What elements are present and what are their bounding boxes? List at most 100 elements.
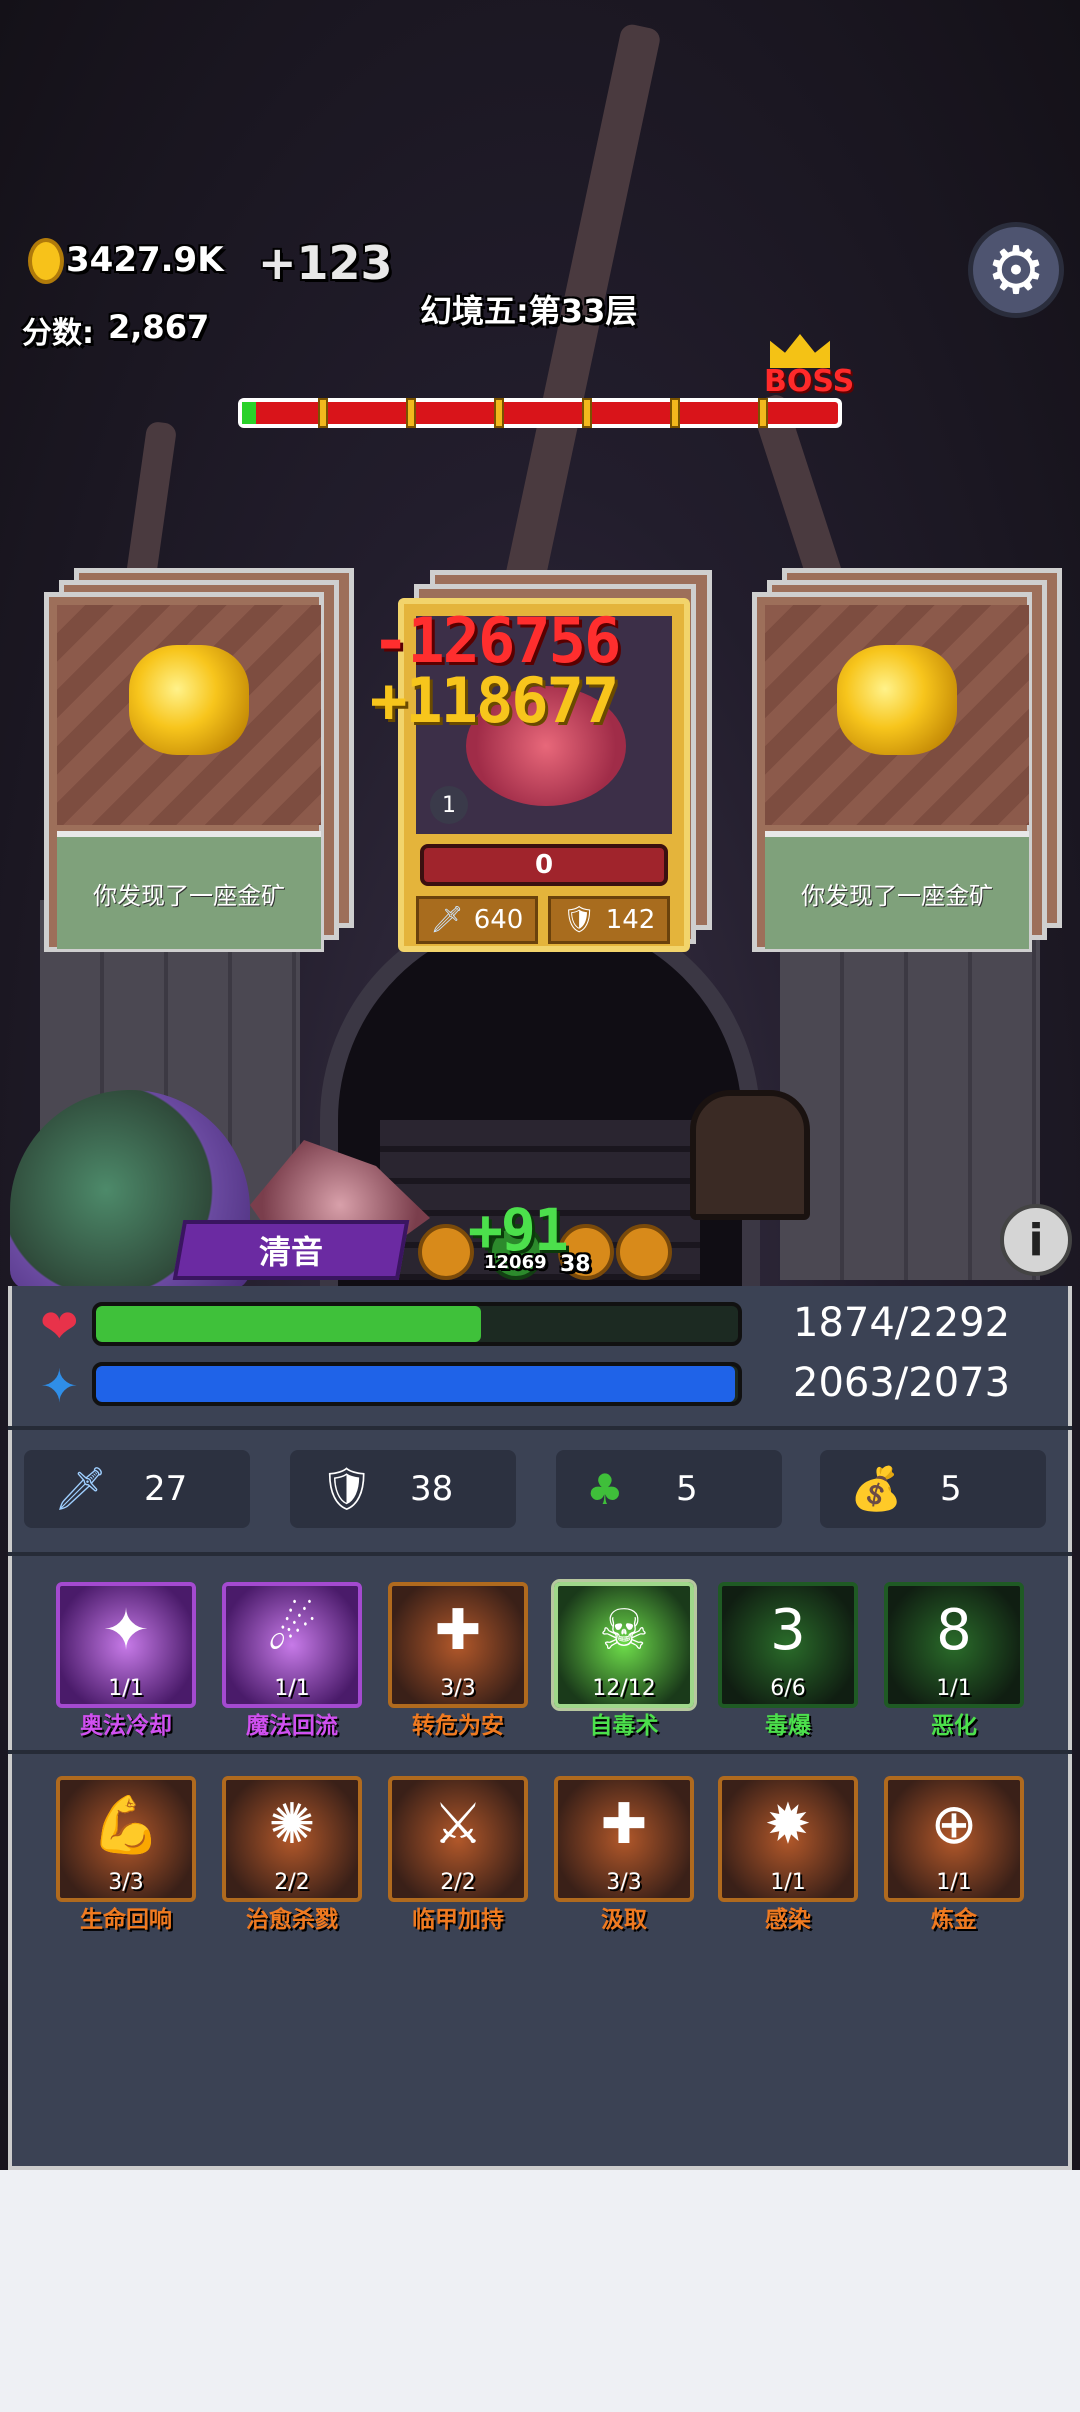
skill-name: 恶化 [931,1713,977,1739]
skill-tile[interactable]: ✦ 1/1 [56,1582,196,1708]
skill-count: 3/3 [108,1870,144,1895]
sword-icon: 🗡 [54,1464,108,1513]
progress-done [242,402,256,424]
stage-title: 幻境五:第33层 [420,292,638,330]
skill-name: 炼金 [931,1907,977,1933]
skill-tile[interactable]: 3 6/6 [718,1582,858,1708]
enemy-defense: 🛡 142 [548,896,670,944]
stat-attack-value: 27 [144,1469,188,1509]
event-card-left[interactable]: 你发现了一座金矿 [44,568,354,952]
skill-slot[interactable]: ✚ 3/3 汲取 [554,1776,694,1933]
mp-bar-fill [96,1366,735,1402]
skill-count: 1/1 [936,1676,972,1701]
buff-value: 12069 [484,1252,547,1273]
stat-luck-value: 5 [676,1469,698,1509]
skill-tile[interactable]: ✚ 3/3 [388,1582,528,1708]
skill-count: 1/1 [274,1676,310,1701]
event-card-right[interactable]: 你发现了一座金矿 [752,568,1062,952]
progress-tick [406,398,416,428]
gold-ore-icon [837,645,957,755]
skill-tile[interactable]: ☄ 1/1 [222,1582,362,1708]
skill-name: 转危为安 [412,1713,504,1739]
skill-slot[interactable]: ✦ 1/1 奥法冷却 [56,1582,196,1739]
skill-slot[interactable]: ⚔ 2/2 临甲加持 [388,1776,528,1933]
skill-tile[interactable]: ⊕ 1/1 [884,1776,1024,1902]
info-button[interactable]: i [1000,1204,1072,1276]
coin-icon [28,238,64,284]
skill-count: 1/1 [936,1870,972,1895]
skill-tile[interactable]: 8 1/1 [884,1582,1024,1708]
progress-tick [582,398,592,428]
clover-icon: ♣ [586,1464,624,1514]
boss-label: BOSS [764,364,855,399]
skill-count: 2/2 [440,1870,476,1895]
stat-attack: 🗡 27 [24,1450,250,1528]
score-label: 分数: [22,316,94,351]
skill-icon: 8 [936,1598,972,1663]
skill-icon: ⊕ [930,1792,978,1857]
skill-name: 汲取 [601,1907,647,1933]
skill-tile[interactable]: ⚔ 2/2 [388,1776,528,1902]
card-face: 你发现了一座金矿 [752,592,1032,952]
skill-tile[interactable]: ✺ 2/2 [222,1776,362,1902]
skill-name: 魔法回流 [246,1713,338,1739]
stat-luck: ♣ 5 [556,1450,782,1528]
stat-gold-value: 5 [940,1469,962,1509]
skill-icon: ⚔ [432,1792,484,1857]
stat-defense: 🛡 38 [290,1450,516,1528]
skill-name: 生命回响 [80,1907,172,1933]
panel-divider [8,1426,1072,1430]
skill-tile[interactable]: 💪 3/3 [56,1776,196,1902]
skill-name: 奥法冷却 [80,1713,172,1739]
progress-tick [494,398,504,428]
enemy-defense-value: 142 [605,905,656,935]
skill-name: 自毒术 [589,1713,659,1739]
skill-slot[interactable]: 💪 3/3 生命回响 [56,1776,196,1933]
shield-icon: 🛡 [562,905,596,935]
skill-tile[interactable]: ☠ 12/12 [554,1582,694,1708]
stage-progress-bar [238,398,842,428]
skill-name: 临甲加持 [412,1907,504,1933]
hp-text: 1874/2292 [793,1300,1011,1346]
heart-icon: ❤ [40,1299,79,1353]
skill-slot[interactable]: ✹ 1/1 感染 [718,1776,858,1933]
skill-tile[interactable]: ✚ 3/3 [554,1776,694,1902]
mp-text: 2063/2073 [793,1360,1011,1406]
skill-name: 毒爆 [765,1713,811,1739]
mp-row: ✦ [40,1359,79,1413]
skill-slot[interactable]: ☠ 12/12 自毒术 [554,1582,694,1739]
hero-name: 清音 [172,1220,410,1280]
skill-slot[interactable]: ✚ 3/3 转危为安 [388,1582,528,1739]
settings-button[interactable]: ⚙ [968,222,1064,318]
gold-ore-icon [129,645,249,755]
enemy-attack: 🗡 640 [416,896,538,944]
skill-icon: 💪 [91,1793,161,1858]
skill-slot[interactable]: ☄ 1/1 魔法回流 [222,1582,362,1739]
panel-divider [8,1750,1072,1754]
progress-tick [670,398,680,428]
card-art [765,605,1029,825]
enemy-level-badge: 1 [430,786,468,824]
hero-name-text: 清音 [258,1233,323,1271]
skill-tile[interactable]: ✹ 1/1 [718,1776,858,1902]
skill-slot[interactable]: 8 1/1 恶化 [884,1582,1024,1739]
skill-icon: ✹ [764,1792,812,1857]
stone-wall-right [780,900,1040,1280]
money-bag-icon: 💰 [850,1464,903,1513]
hp-bar-fill [96,1306,482,1342]
skill-slot[interactable]: 3 6/6 毒爆 [718,1582,858,1739]
enemy-attack-value: 640 [473,905,524,935]
card-face: 你发现了一座金矿 [44,592,324,952]
skill-icon: ✦ [102,1598,150,1663]
skill-count: 3/3 [606,1870,642,1895]
coin-gain: +123 [258,236,393,290]
buff-icon[interactable] [616,1224,672,1280]
skill-count: 1/1 [108,1676,144,1701]
progress-fill [242,398,838,428]
skill-slot[interactable]: ⊕ 1/1 炼金 [884,1776,1024,1933]
buff-icon[interactable] [418,1224,474,1280]
card-label: 你发现了一座金矿 [765,831,1029,949]
skill-slot[interactable]: ✺ 2/2 治愈杀戮 [222,1776,362,1933]
enemy-hp-bar: 0 [420,844,668,886]
skill-icon: ✚ [600,1792,648,1857]
